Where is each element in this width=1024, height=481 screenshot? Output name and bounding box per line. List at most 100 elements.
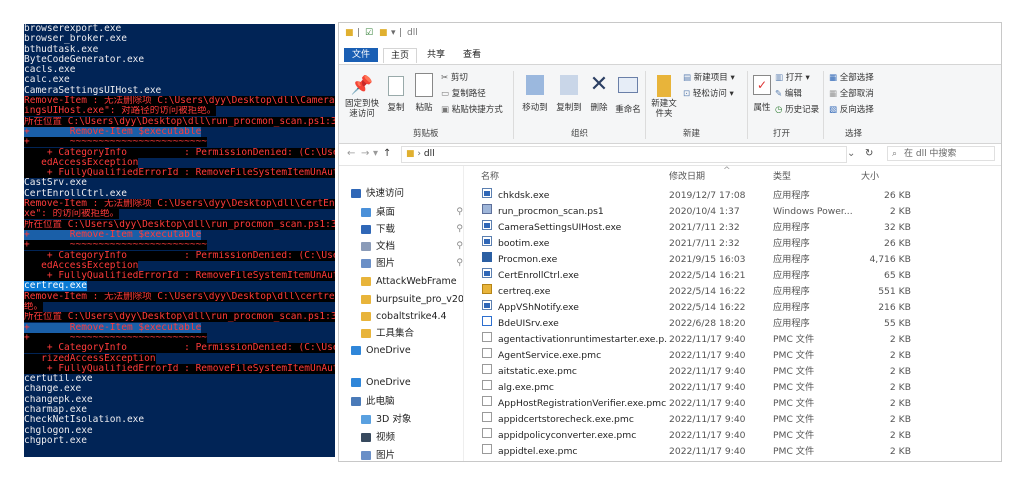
nav-item[interactable]: OneDrive: [351, 374, 463, 391]
file-row[interactable]: agentactivationruntimestarter.exe.p... 20…: [473, 332, 1001, 348]
file-row[interactable]: AppVShNotify.exe 2022/5/14 16:22 应用程序 216 K…: [473, 300, 1001, 316]
file-row[interactable]: CertEnrollCtrl.exe 2022/5/14 16:21 应用程序 65 …: [473, 268, 1001, 284]
properties-check-icon[interactable]: ☑: [365, 28, 373, 38]
file-row[interactable]: aitstatic.exe.pmc 2022/11/17 9:40 PMC 文件 2 …: [473, 364, 1001, 380]
console-line: certreq.exe: [24, 281, 335, 292]
cut-button[interactable]: ✂ 剪切: [441, 71, 468, 83]
tab-share[interactable]: 共享: [421, 48, 451, 62]
pin-quick-access-button[interactable]: 📌 固定到快速访问: [343, 73, 381, 119]
file-type: 应用程序: [773, 302, 810, 313]
console-line-text: + Remove-Item $executable: [24, 229, 202, 240]
pin-icon[interactable]: ⚲: [456, 255, 463, 272]
nav-item[interactable]: OneDrive: [351, 342, 463, 359]
nav-item[interactable]: 图片: [361, 447, 463, 461]
tab-view[interactable]: 查看: [457, 48, 487, 62]
refresh-icon[interactable]: ↻: [865, 148, 873, 159]
file-row[interactable]: BdeUISrv.exe 2022/6/28 18:20 应用程序 55 KB: [473, 316, 1001, 332]
file-type: 应用程序: [773, 190, 810, 201]
pin-icon[interactable]: ⚲: [456, 204, 463, 221]
breadcrumb-dll[interactable]: dll: [424, 149, 435, 159]
file-date: 2022/11/17 9:40: [669, 414, 746, 425]
file-size: 2 KB: [889, 382, 911, 393]
copy-button[interactable]: 复制: [383, 73, 409, 113]
nav-item[interactable]: 下载 ⚲: [361, 221, 463, 238]
copy-path-button[interactable]: ▭ 复制路径: [441, 87, 486, 99]
easy-access-button[interactable]: ⊡ 轻松访问 ▾: [683, 87, 734, 99]
column-header-type[interactable]: 类型: [773, 166, 791, 188]
select-none-button[interactable]: ▦ 全部取消: [829, 87, 874, 99]
tab-file[interactable]: 文件: [344, 48, 378, 62]
file-type-icon: [482, 204, 492, 214]
pin-icon[interactable]: ⚲: [456, 221, 463, 238]
new-folder-icon[interactable]: ■: [379, 28, 388, 38]
file-row[interactable]: alg.exe.pmc 2022/11/17 9:40 PMC 文件 2 KB: [473, 380, 1001, 396]
nav-item[interactable]: 快速访问: [351, 185, 463, 202]
nav-item[interactable]: 桌面 ⚲: [361, 204, 463, 221]
file-list: 名称 修改日期 ^ 类型 大小 chkdsk.exe 2019/12/7 17:0…: [473, 166, 1001, 461]
console-line: CheckNetIsolation.exe: [24, 415, 335, 425]
console-line: + Remove-Item $executable: [24, 229, 335, 240]
select-all-button[interactable]: ▦ 全部选择: [829, 71, 874, 83]
recent-dropdown-icon[interactable]: ▾: [373, 148, 378, 159]
file-row[interactable]: AgentService.exe.pmc 2022/11/17 9:40 PMC 文…: [473, 348, 1001, 364]
console-line: certutil.exe: [24, 374, 335, 384]
file-row[interactable]: chkdsk.exe 2019/12/7 17:08 应用程序 26 KB: [473, 188, 1001, 204]
new-item-button[interactable]: ▤ 新建项目 ▾: [683, 71, 735, 83]
new-group-label: 新建: [683, 129, 701, 139]
file-row[interactable]: certreq.exe 2022/5/14 16:22 应用程序 551 KB: [473, 284, 1001, 300]
copy-icon: [388, 76, 404, 96]
column-header-date[interactable]: 修改日期: [669, 166, 705, 188]
file-row[interactable]: AppHostRegistrationVerifier.exe.pmc 2022/…: [473, 396, 1001, 412]
nav-item[interactable]: 图片 ⚲: [361, 255, 463, 272]
qat-dropdown-icon[interactable]: ▾: [391, 28, 396, 38]
nav-item[interactable]: AttackWebFrame: [361, 273, 463, 290]
address-path[interactable]: ■ › dll: [401, 146, 847, 163]
file-row[interactable]: appidtel.exe.pmc 2022/11/17 9:40 PMC 文件 2 K…: [473, 444, 1001, 460]
column-header-size[interactable]: 大小: [861, 166, 879, 188]
tab-home[interactable]: 主页: [383, 48, 417, 63]
nav-item[interactable]: 文档 ⚲: [361, 238, 463, 255]
up-arrow-icon[interactable]: ↑: [383, 148, 391, 159]
edit-button[interactable]: ✎ 编辑: [775, 87, 802, 99]
file-row[interactable]: Procmon.exe 2021/9/15 16:03 应用程序 4,716 KB: [473, 252, 1001, 268]
new-folder-button[interactable]: 新建文件夹: [649, 73, 679, 119]
open-button[interactable]: ▥ 打开 ▾: [775, 71, 810, 83]
file-size: 2 KB: [889, 334, 911, 345]
folder-icon: ■: [406, 149, 415, 159]
paste-shortcut-button[interactable]: ▣ 粘贴快捷方式: [441, 103, 503, 115]
file-row[interactable]: run_procmon_scan.ps1 2020/10/4 1:37 Window…: [473, 204, 1001, 220]
forward-arrow-icon[interactable]: →: [361, 148, 369, 159]
history-button[interactable]: ◷ 历史记录: [775, 103, 819, 115]
file-type-icon: [482, 188, 492, 198]
rename-button[interactable]: 重命名: [613, 73, 643, 115]
address-dropdown-icon[interactable]: ⌄: [847, 148, 855, 159]
ribbon: 📌 固定到快速访问 复制 粘贴 ✂ 剪切 ▭ 复制路径 ▣ 粘贴快捷方式 剪贴板…: [339, 64, 1001, 144]
paste-button[interactable]: 粘贴: [411, 73, 437, 113]
column-header-name[interactable]: 名称: [481, 166, 499, 188]
delete-button[interactable]: ✕ 删除: [587, 73, 611, 114]
nav-item[interactable]: 视频: [361, 429, 463, 446]
navigation-pane[interactable]: 快速访问 桌面 ⚲ 下载 ⚲ 文档 ⚲ 图片 ⚲ AttackWebFrame burpsuite_…: [339, 166, 464, 461]
file-row[interactable]: appidcertstorecheck.exe.pmc 2022/11/17 9:…: [473, 412, 1001, 428]
file-row[interactable]: appidpolicyconverter.exe.pmc 2022/11/17 9…: [473, 428, 1001, 444]
nav-item[interactable]: burpsuite_pro_v20: [361, 291, 463, 308]
copy-to-button[interactable]: 复制到: [553, 73, 585, 113]
file-row[interactable]: bootim.exe 2021/7/11 2:32 应用程序 26 KB: [473, 236, 1001, 252]
file-row[interactable]: CameraSettingsUIHost.exe 2021/7/11 2:32 应用…: [473, 220, 1001, 236]
console-line-text: CertEnrollCtrl.exe: [24, 188, 127, 199]
nav-item[interactable]: 工具集合: [361, 325, 463, 342]
nav-item[interactable]: 此电脑: [351, 393, 463, 410]
invert-selection-button[interactable]: ▧ 反向选择: [829, 103, 874, 115]
move-to-button[interactable]: 移动到: [519, 73, 551, 113]
nav-item[interactable]: cobaltstrike4.4: [361, 308, 463, 325]
nav-item[interactable]: 3D 对象: [361, 411, 463, 428]
search-input[interactable]: ⌕ 在 dll 中搜索: [887, 146, 995, 161]
console-line: rizedAccessException: [24, 353, 335, 364]
powershell-console[interactable]: browserexport.exe browser_broker.exe bthud…: [24, 24, 335, 457]
back-arrow-icon[interactable]: ←: [347, 148, 355, 159]
file-type-icon: [482, 316, 492, 326]
sort-ascending-icon: ^: [723, 166, 731, 176]
properties-button[interactable]: ✓ 属性: [751, 73, 773, 113]
console-line: charmap.exe: [24, 405, 335, 415]
pin-icon[interactable]: ⚲: [456, 238, 463, 255]
